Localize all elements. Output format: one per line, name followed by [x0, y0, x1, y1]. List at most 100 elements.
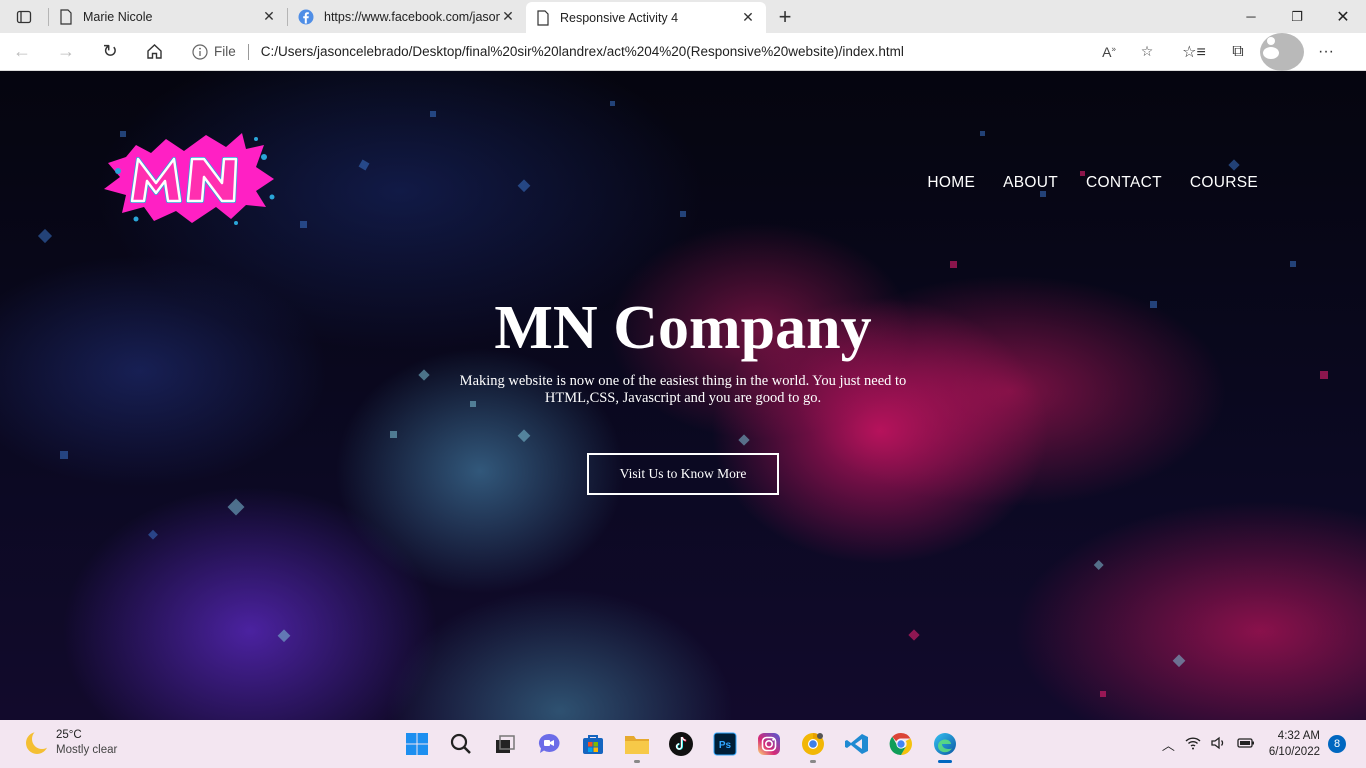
chat-button[interactable] [530, 724, 568, 764]
system-tray: ︿ 4:32 AM 6/10/2022 8 [1162, 720, 1366, 768]
back-button[interactable]: ← [0, 33, 44, 71]
store-icon [583, 735, 603, 754]
settings-menu-button[interactable]: ··· [1304, 33, 1348, 71]
search-icon [450, 733, 471, 754]
restore-button[interactable]: ❐ [1274, 0, 1320, 33]
close-icon[interactable]: ✕ [500, 8, 516, 25]
file-explorer-button[interactable] [618, 724, 656, 764]
add-favorite-button[interactable]: ☆ [1128, 37, 1166, 67]
taskbar-apps: Ps [398, 724, 964, 764]
active-indicator [938, 760, 952, 763]
chat-icon [538, 733, 560, 753]
tab-responsive-activity[interactable]: Responsive Activity 4 ✕ [526, 2, 766, 33]
task-view-icon [496, 735, 515, 753]
vscode-icon [845, 734, 868, 754]
taskbar: 25°C Mostly clear Ps ︿ 4:32 AM 6/10/2022… [0, 720, 1366, 768]
notification-badge[interactable]: 8 [1328, 735, 1346, 753]
chrome-canary-button[interactable] [794, 724, 832, 764]
facebook-icon [298, 9, 314, 24]
minimize-button[interactable]: ─ [1228, 0, 1274, 33]
close-icon[interactable]: ✕ [740, 9, 756, 26]
start-button[interactable] [398, 724, 436, 764]
home-icon [146, 44, 162, 59]
search-button[interactable] [442, 724, 480, 764]
tab-facebook[interactable]: https://www.facebook.com/jason ✕ [288, 0, 526, 33]
logo-text: MN [96, 127, 98, 128]
home-button[interactable] [132, 33, 176, 71]
clock[interactable]: 4:32 AM 6/10/2022 [1269, 728, 1320, 760]
site-nav: HOME ABOUT CONTACT COURSE [927, 174, 1258, 192]
running-indicator [810, 760, 816, 763]
hero-title: MN Company [494, 294, 872, 362]
plus-icon: + [778, 3, 792, 29]
refresh-icon: ↻ [102, 41, 118, 61]
store-button[interactable] [574, 724, 612, 764]
avatar [1260, 32, 1304, 71]
visit-us-button[interactable]: Visit Us to Know More [587, 453, 779, 495]
battery-icon[interactable] [1237, 737, 1255, 752]
weather-condition: Mostly clear [56, 744, 118, 756]
tiktok-button[interactable] [662, 724, 700, 764]
refresh-button[interactable]: ↻ [88, 33, 132, 71]
window-controls: ─ ❐ ✕ [1228, 0, 1366, 33]
restore-icon: ❐ [1291, 8, 1303, 24]
hero-subtitle: Making website is now one of the easiest… [459, 373, 907, 406]
browser-tools: ☆≡ ⧉ ··· [1172, 32, 1348, 71]
address-separator [247, 43, 249, 60]
photoshop-label: Ps [719, 740, 732, 751]
page-icon [60, 8, 72, 25]
tab-actions-button[interactable] [0, 0, 48, 33]
new-tab-button[interactable]: + [768, 0, 802, 33]
edge-button[interactable] [926, 724, 964, 764]
more-icon: ··· [1318, 42, 1334, 60]
chevron-up-icon[interactable]: ︿ [1162, 735, 1175, 754]
favorites-icon: ☆≡ [1182, 43, 1206, 61]
photoshop-button[interactable]: Ps [706, 724, 744, 764]
nav-contact[interactable]: CONTACT [1086, 174, 1162, 192]
vscode-button[interactable] [838, 724, 876, 764]
profile-button[interactable] [1260, 32, 1304, 71]
nav-course[interactable]: COURSE [1190, 174, 1258, 192]
photoshop-icon: Ps [713, 732, 737, 756]
tab-title: Marie Nicole [83, 9, 153, 24]
task-view-button[interactable] [486, 724, 524, 764]
forward-button[interactable]: → [44, 33, 88, 71]
wifi-icon[interactable] [1185, 736, 1201, 753]
collections-button[interactable]: ⧉ [1216, 33, 1260, 71]
tab-title: Responsive Activity 4 [560, 10, 679, 25]
site-info-button[interactable]: File [186, 43, 236, 60]
tiktok-icon [669, 732, 693, 756]
address-bar[interactable]: File C:/Users/jasoncelebrado/Desktop/fin… [186, 36, 1166, 67]
close-icon[interactable]: ✕ [261, 8, 277, 25]
tab-actions-icon [16, 10, 32, 23]
read-aloud-icon: A» [1102, 43, 1116, 60]
nav-about[interactable]: ABOUT [1003, 174, 1058, 192]
browser-tab-strip: Marie Nicole ✕ https://www.facebook.com/… [0, 0, 1366, 33]
nav-home[interactable]: HOME [927, 174, 975, 192]
forward-arrow-icon: → [57, 41, 75, 61]
mn-logo[interactable]: MN [96, 127, 286, 227]
url-text[interactable]: C:/Users/jasoncelebrado/Desktop/final%20… [261, 44, 904, 59]
running-indicator [634, 760, 640, 763]
hero-section: MN Company Making website is now one of … [0, 297, 1366, 495]
close-icon: ✕ [1336, 8, 1350, 26]
page-icon [537, 9, 549, 26]
address-actions: A» ☆ [1090, 37, 1166, 67]
chrome-canary-icon [802, 733, 824, 755]
chrome-button[interactable] [882, 724, 920, 764]
tab-title: https://www.facebook.com/jason [324, 9, 500, 24]
weather-widget[interactable]: 25°C Mostly clear [26, 728, 117, 758]
instagram-button[interactable] [750, 724, 788, 764]
volume-icon[interactable] [1211, 736, 1227, 753]
site-header: MN HOME ABOUT CONTACT COURSE [0, 71, 1366, 231]
start-icon [406, 733, 428, 755]
instagram-icon [758, 733, 780, 755]
weather-temp: 25°C [56, 729, 82, 741]
favorites-button[interactable]: ☆≡ [1172, 33, 1216, 71]
star-add-icon: ☆ [1140, 43, 1154, 59]
close-window-button[interactable]: ✕ [1320, 0, 1366, 33]
read-aloud-button[interactable]: A» [1090, 37, 1128, 67]
browser-toolbar: ← → ↻ File C:/Users/jasoncelebrado/Deskt… [0, 32, 1366, 71]
edge-icon [934, 733, 956, 755]
tab-marie-nicole[interactable]: Marie Nicole ✕ [49, 0, 287, 33]
